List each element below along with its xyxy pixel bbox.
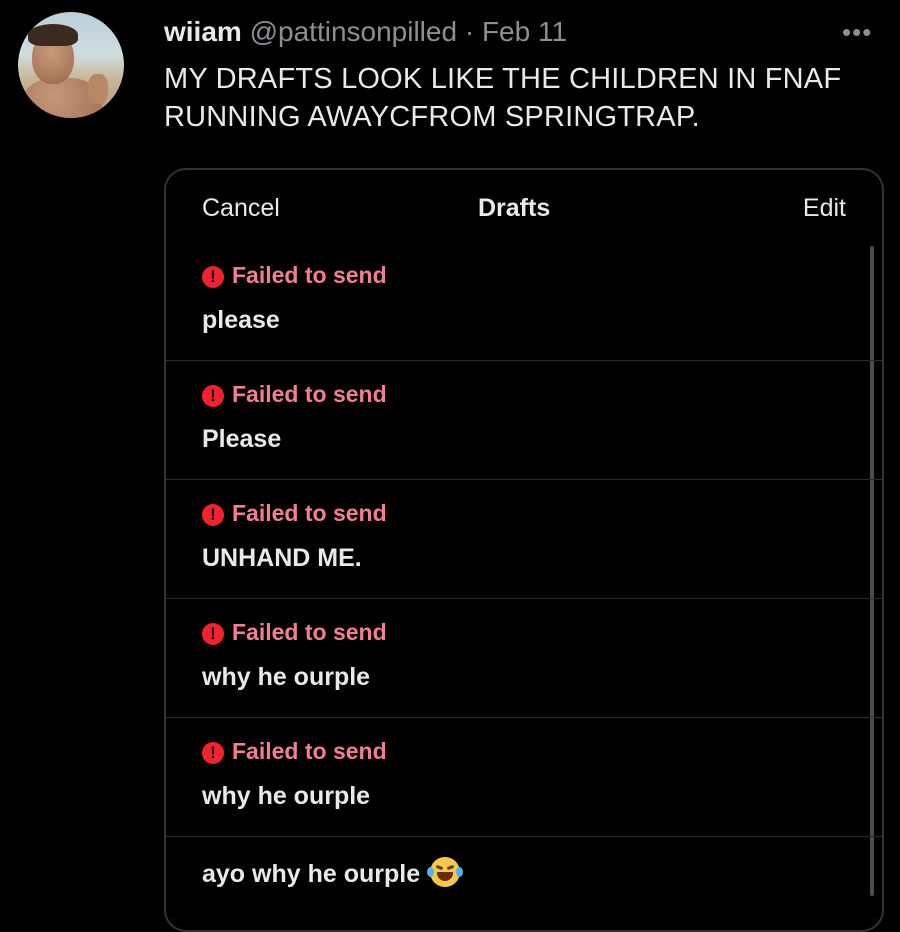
- author-name[interactable]: wiiam: [164, 16, 242, 47]
- draft-item[interactable]: ! Failed to send please: [166, 242, 882, 361]
- edit-button[interactable]: Edit: [803, 194, 846, 223]
- draft-text-with-emoji: ayo why he ourple: [202, 857, 464, 889]
- drafts-header: Cancel Drafts Edit: [166, 170, 882, 248]
- tweet-date[interactable]: Feb 11: [482, 16, 567, 47]
- cancel-button[interactable]: Cancel: [202, 194, 280, 223]
- error-icon: !: [202, 385, 224, 407]
- tear-icon: [427, 867, 435, 877]
- emoji-eye: [446, 864, 455, 871]
- error-icon: !: [202, 504, 224, 526]
- emoji-eye: [435, 864, 444, 871]
- draft-text: ayo why he ourple: [202, 860, 421, 888]
- draft-text: UNHAND ME.: [202, 544, 362, 572]
- tear-icon: [456, 867, 464, 877]
- emoji-mouth: [437, 872, 454, 881]
- avatar-hand: [88, 74, 108, 104]
- failed-status: ! Failed to send: [202, 262, 387, 289]
- drafts-title: Drafts: [478, 194, 551, 222]
- avatar-hair: [28, 24, 78, 46]
- drafts-screenshot: Cancel Drafts Edit ! Failed to send pleas…: [164, 168, 884, 932]
- author-handle[interactable]: @pattinsonpilled: [250, 16, 457, 47]
- draft-text: why he ourple: [202, 782, 371, 810]
- header-separator: ·: [464, 16, 475, 47]
- draft-item[interactable]: ! Failed to send why he ourple: [166, 718, 882, 837]
- more-icon[interactable]: •••: [842, 19, 882, 45]
- draft-text: why he ourple: [202, 663, 371, 691]
- failed-status-label: Failed to send: [232, 738, 387, 764]
- draft-item[interactable]: ! Failed to send UNHAND ME.: [166, 480, 882, 599]
- draft-item[interactable]: ! Failed to send why he ourple: [166, 599, 882, 718]
- failed-status: ! Failed to send: [202, 500, 387, 527]
- tweet-header: wiiam @pattinsonpilled · Feb 11: [164, 16, 567, 48]
- failed-status-label: Failed to send: [232, 500, 387, 526]
- draft-text: please: [202, 306, 280, 334]
- avatar[interactable]: [18, 12, 124, 118]
- failed-status-label: Failed to send: [232, 619, 387, 645]
- error-icon: !: [202, 742, 224, 764]
- error-icon: !: [202, 266, 224, 288]
- draft-list: ! Failed to send please ! Failed to send P…: [166, 242, 882, 917]
- failed-status: ! Failed to send: [202, 619, 387, 646]
- draft-item[interactable]: ! Failed to send Please: [166, 361, 882, 480]
- laughing-crying-emoji-icon: [427, 857, 464, 887]
- draft-text: Please: [202, 425, 282, 453]
- error-icon: !: [202, 623, 224, 645]
- failed-status: ! Failed to send: [202, 381, 387, 408]
- tweet-text: MY DRAFTS LOOK LIKE THE CHILDREN IN FNAF…: [164, 63, 842, 133]
- draft-item[interactable]: ayo why he ourple: [166, 837, 882, 917]
- failed-status-label: Failed to send: [232, 262, 387, 288]
- failed-status-label: Failed to send: [232, 381, 387, 407]
- failed-status: ! Failed to send: [202, 738, 387, 765]
